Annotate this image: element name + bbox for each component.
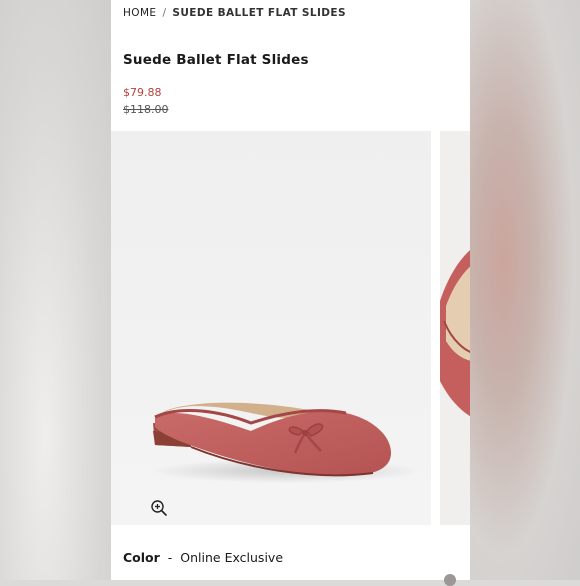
product-image-next[interactable] [440, 131, 470, 525]
color-label: Color [123, 550, 160, 565]
product-page: HOME / SUEDE BALLET FLAT SLIDES Suede Ba… [111, 0, 470, 580]
zoom-in-icon[interactable] [150, 499, 168, 517]
shoe-image [151, 402, 421, 483]
breadcrumb-home-link[interactable]: HOME [123, 7, 156, 19]
color-value: Online Exclusive [180, 550, 284, 565]
blurred-background-right [470, 0, 580, 580]
breadcrumb: HOME / SUEDE BALLET FLAT SLIDES [123, 7, 346, 19]
product-title: Suede Ballet Flat Slides [123, 52, 309, 68]
blurred-background-left [0, 0, 112, 580]
color-selection-label: Color - Online Exclusive [123, 550, 283, 565]
product-image-main[interactable] [111, 131, 431, 525]
color-separator: - [167, 550, 173, 565]
breadcrumb-current: SUEDE BALLET FLAT SLIDES [172, 7, 346, 19]
breadcrumb-separator: / [162, 7, 167, 19]
original-price: $118.00 [123, 103, 169, 116]
color-swatch[interactable] [444, 574, 456, 586]
sale-price: $79.88 [123, 86, 162, 99]
shoe-image-next [440, 250, 470, 417]
